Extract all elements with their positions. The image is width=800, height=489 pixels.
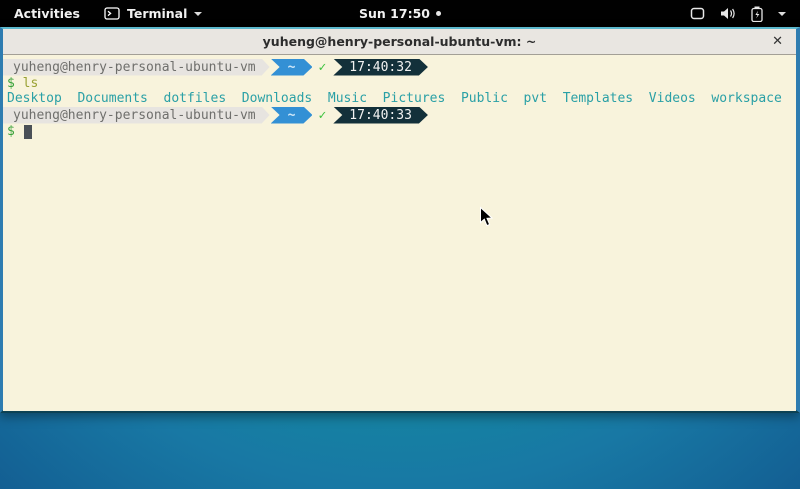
- top-bar: Activities Terminal Sun 17:50: [0, 0, 800, 27]
- prompt-path-segment: ~: [271, 59, 313, 76]
- clock-button[interactable]: Sun 17:50: [359, 0, 441, 27]
- close-button[interactable]: ✕: [772, 29, 783, 54]
- prompt-path-segment: ~: [271, 107, 313, 124]
- status-check-icon: ✓: [318, 60, 326, 75]
- clock-label: Sun 17:50: [359, 6, 430, 21]
- app-menu-terminal[interactable]: Terminal: [94, 0, 212, 27]
- prompt-symbol: $: [7, 76, 15, 91]
- status-check-icon: ✓: [318, 108, 326, 123]
- text-cursor: [24, 125, 32, 139]
- prompt-user-host: yuheng@henry-personal-ubuntu-vm: [3, 59, 270, 76]
- window-title-bar[interactable]: yuheng@henry-personal-ubuntu-vm: ~ ✕: [3, 29, 796, 55]
- ls-output: Desktop Documents dotfiles Downloads Mus…: [3, 91, 796, 106]
- battery-charging-icon: [751, 6, 763, 22]
- chevron-down-icon: [194, 12, 202, 16]
- notification-dot-icon: [436, 11, 441, 16]
- terminal-app-icon: [104, 7, 120, 20]
- prompt-user-host: yuheng@henry-personal-ubuntu-vm: [3, 107, 270, 124]
- display-icon: [690, 7, 705, 20]
- activities-label: Activities: [14, 6, 80, 21]
- system-status-area[interactable]: [676, 0, 800, 27]
- terminal-window: yuheng@henry-personal-ubuntu-vm: ~ ✕ yuh…: [0, 27, 800, 413]
- prompt-time-badge: 17:40:32: [333, 59, 428, 76]
- prompt-time-badge: 17:40:33: [333, 107, 428, 124]
- chevron-down-icon: [778, 12, 786, 16]
- activities-button[interactable]: Activities: [0, 0, 94, 27]
- command-text: ls: [23, 76, 39, 91]
- prompt-row: yuheng@henry-personal-ubuntu-vm ~ ✓ 17:4…: [3, 58, 796, 76]
- terminal-content[interactable]: yuheng@henry-personal-ubuntu-vm ~ ✓ 17:4…: [3, 55, 796, 411]
- window-title: yuheng@henry-personal-ubuntu-vm: ~: [263, 34, 537, 49]
- input-line[interactable]: $: [3, 124, 796, 139]
- app-menu-label: Terminal: [127, 6, 187, 21]
- prompt-symbol: $: [7, 124, 15, 139]
- volume-icon: [720, 7, 736, 20]
- prompt-row: yuheng@henry-personal-ubuntu-vm ~ ✓ 17:4…: [3, 106, 796, 124]
- command-line: $ ls: [3, 76, 796, 91]
